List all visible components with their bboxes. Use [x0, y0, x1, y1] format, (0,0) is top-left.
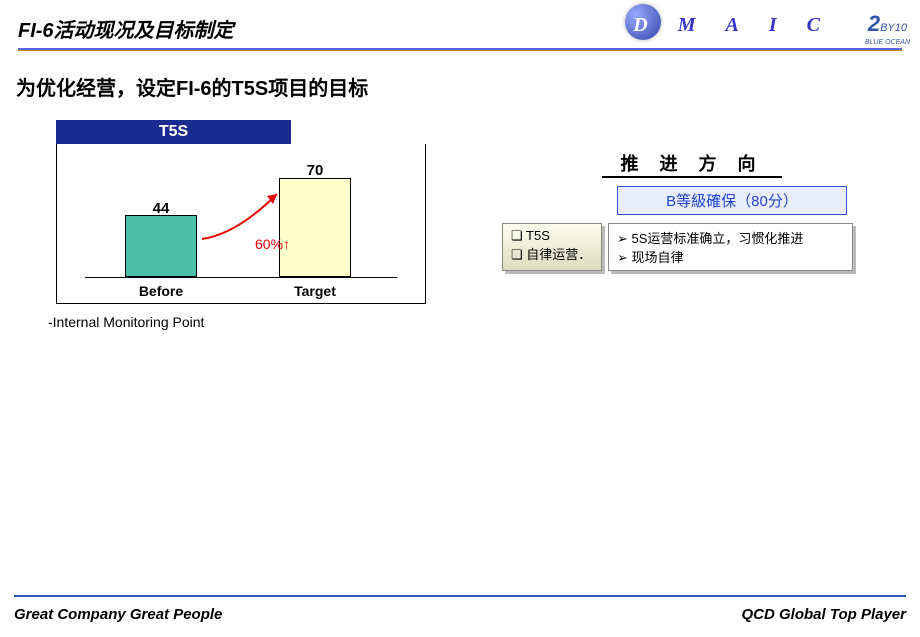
left-item-0: T5S — [511, 228, 593, 244]
bar-target-label: Target — [265, 283, 365, 299]
dmaic-d: D — [633, 14, 647, 37]
chart-footnote: -Internal Monitoring Point — [48, 314, 204, 330]
dmaic-c: C — [807, 14, 820, 37]
direction-title: 推 进 方 向 — [602, 150, 782, 178]
dmaic-m: M — [678, 14, 696, 37]
dmaic-letters: D M A I C — [633, 14, 820, 37]
right-item-1: 现场自律 — [617, 247, 844, 266]
chart-container: T5S Point 44 70 Before Target 60%↑ — [56, 120, 426, 304]
arrow-text: 60%↑ — [255, 236, 290, 252]
info-box-left: T5S 自律运营． — [502, 223, 602, 271]
right-item-0: 5S运营标准确立，习惯化推进 — [617, 228, 844, 247]
direction-panel: 推 进 方 向 B等級確保（80分） T5S 自律运营． 5S运营标准确立，习惯… — [502, 150, 882, 271]
footer-right: QCD Global Top Player — [742, 606, 906, 623]
chart-body: 44 70 Before Target 60%↑ — [56, 144, 426, 304]
bar-before-label: Before — [111, 283, 211, 299]
footer-divider — [14, 595, 906, 597]
header: FI-6活动现况及目标制定 D M A I C 2BY10 BLUE OCEAN — [0, 10, 920, 50]
growth-arrow-icon — [197, 184, 297, 244]
bar-target-value: 70 — [279, 162, 351, 179]
subtitle: 为优化经营，设定FI-6的T5S项目的目标 — [16, 72, 368, 101]
dmaic-i: I — [769, 14, 777, 37]
left-item-1: 自律运营． — [511, 244, 593, 263]
grade-box: B等級確保（80分） — [617, 186, 847, 215]
dmaic-a: A — [726, 14, 739, 37]
bar-before-value: 44 — [125, 200, 197, 217]
header-divider — [18, 48, 902, 51]
chart-baseline — [85, 277, 397, 278]
info-box-right: 5S运营标准确立，习惯化推进 现场自律 — [608, 223, 853, 271]
chart-header: T5S — [56, 120, 291, 144]
info-row: T5S 自律运营． 5S运营标准确立，习惯化推进 现场自律 — [502, 223, 882, 271]
bar-before — [125, 215, 197, 277]
logo-2by10: 2BY10 BLUE OCEAN — [865, 12, 910, 47]
footer-left: Great Company Great People — [14, 606, 222, 623]
page-title: FI-6活动现况及目标制定 — [18, 14, 234, 43]
